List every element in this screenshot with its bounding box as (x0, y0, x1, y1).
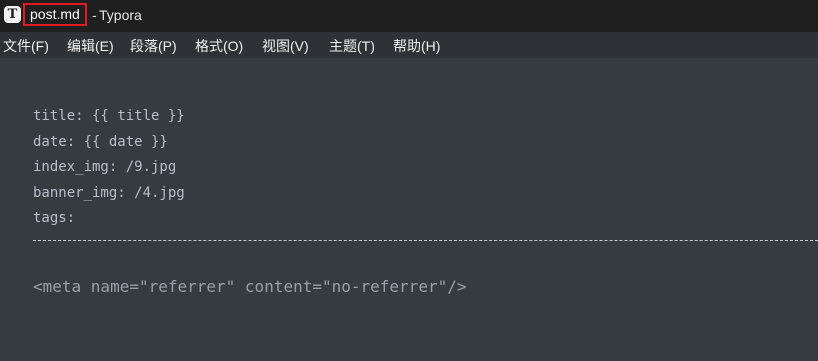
front-matter-title[interactable]: title: {{ title }} (33, 107, 185, 125)
menu-file[interactable]: 文件(F) (3, 37, 49, 55)
menu-edit[interactable]: 编辑(E) (67, 37, 114, 55)
editor-area[interactable]: title: {{ title }} date: {{ date }} inde… (0, 58, 818, 361)
menu-format[interactable]: 格式(O) (195, 37, 243, 55)
front-matter-index-img[interactable]: index_img: /9.jpg (33, 158, 176, 176)
menu-paragraph[interactable]: 段落(P) (130, 37, 177, 55)
window-file-name: post.md (23, 3, 87, 26)
title-separator: - (92, 7, 97, 23)
typora-app-icon: T (4, 6, 21, 23)
window-app-name: Typora (99, 7, 142, 23)
menu-theme[interactable]: 主题(T) (329, 37, 375, 55)
front-matter-tags[interactable]: tags: (33, 209, 75, 227)
menu-help[interactable]: 帮助(H) (393, 37, 440, 55)
title-bar: T post.md - Typora (0, 0, 818, 32)
front-matter-divider (33, 240, 818, 241)
front-matter-banner-img[interactable]: banner_img: /4.jpg (33, 184, 185, 202)
menu-view[interactable]: 视图(V) (262, 37, 309, 55)
html-meta-block[interactable]: <meta name="referrer" content="no-referr… (33, 276, 466, 298)
front-matter-date[interactable]: date: {{ date }} (33, 133, 168, 151)
menu-bar: 文件(F) 编辑(E) 段落(P) 格式(O) 视图(V) 主题(T) 帮助(H… (0, 32, 818, 58)
